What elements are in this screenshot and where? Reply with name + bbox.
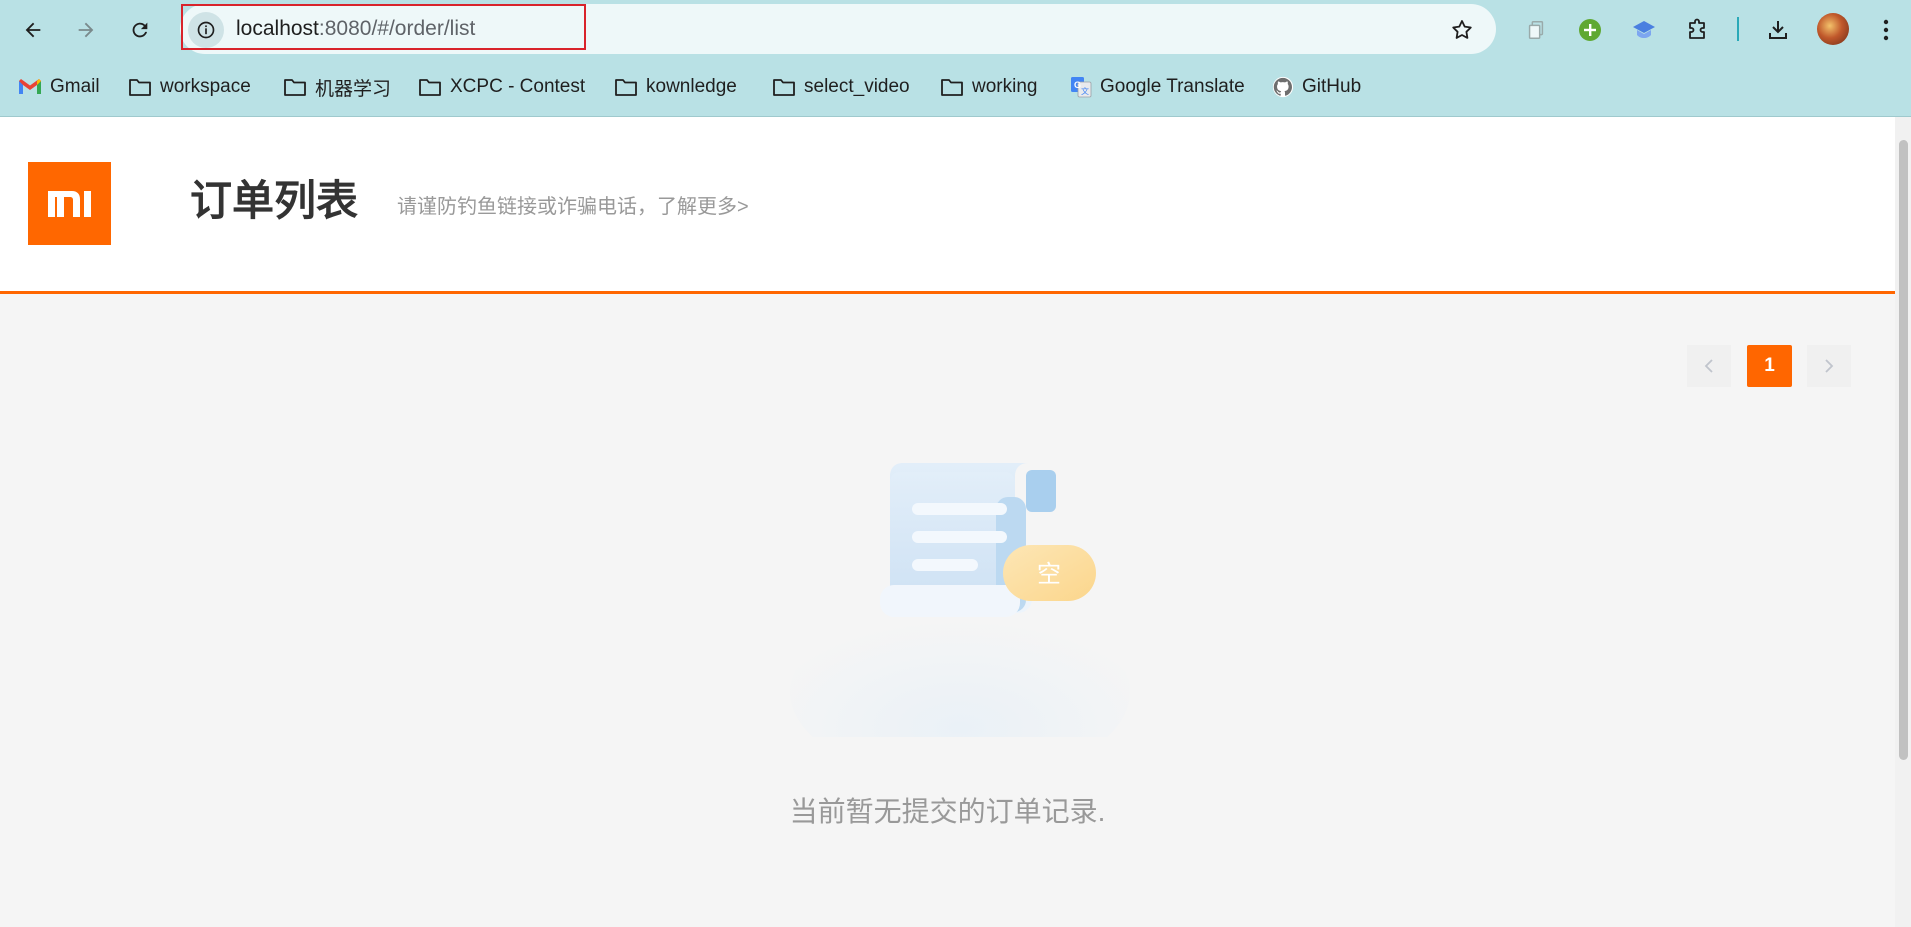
kebab-menu-icon xyxy=(1883,19,1889,41)
extension-plus-button[interactable] xyxy=(1572,12,1608,48)
bookmark-star-button[interactable] xyxy=(1444,12,1480,48)
downloads-button[interactable] xyxy=(1760,12,1796,48)
reload-icon xyxy=(132,22,148,38)
pagination-next-button[interactable] xyxy=(1807,345,1851,387)
gmail-icon xyxy=(19,79,41,94)
bookmark-github[interactable]: GitHub xyxy=(1272,70,1361,104)
bookmark-label: kownledge xyxy=(646,76,737,97)
bookmark-working[interactable]: working xyxy=(940,70,1037,104)
bookmark-label: GitHub xyxy=(1302,76,1362,97)
folder-icon xyxy=(284,79,306,96)
folder-icon xyxy=(615,79,637,96)
graduation-cap-icon xyxy=(1633,21,1655,38)
order-header: 订单列表 请谨防钓鱼链接或诈骗电话，了解更多> xyxy=(0,117,1895,294)
extension-academic-button[interactable] xyxy=(1626,12,1662,48)
back-button[interactable] xyxy=(15,12,51,48)
reload-button[interactable] xyxy=(122,12,158,48)
pagination-page-1[interactable]: 1 xyxy=(1747,345,1792,387)
arrow-left-icon xyxy=(25,22,41,38)
star-icon xyxy=(1452,20,1472,39)
svg-text:文: 文 xyxy=(1081,86,1089,96)
bookmark-machine-learning[interactable]: 机器学习 xyxy=(283,70,391,104)
extension-copy-button[interactable] xyxy=(1518,12,1554,48)
empty-illustration: 空 xyxy=(790,463,1130,737)
arrow-right-icon xyxy=(78,22,94,38)
bookmark-label: XCPC - Contest xyxy=(450,76,586,97)
svg-text:G: G xyxy=(1074,80,1081,90)
bookmark-select-video[interactable]: select_video xyxy=(772,70,910,104)
forward-button[interactable] xyxy=(68,12,104,48)
bookmark-kownledge[interactable]: kownledge xyxy=(614,70,737,104)
github-icon xyxy=(1272,76,1294,98)
folder-icon xyxy=(773,79,795,96)
bookmark-label: Gmail xyxy=(50,76,100,97)
bookmark-label: workspace xyxy=(160,76,251,97)
bookmark-google-translate[interactable]: G文 Google Translate xyxy=(1070,70,1245,104)
page-content: 订单列表 请谨防钓鱼链接或诈骗电话，了解更多> 1 空 当前暂无提交的订单记录. xyxy=(0,117,1895,927)
empty-badge-text: 空 xyxy=(1037,560,1061,588)
profile-avatar[interactable] xyxy=(1817,13,1849,45)
green-plus-icon xyxy=(1579,19,1601,41)
download-icon xyxy=(1769,21,1787,39)
copy-icon xyxy=(1528,21,1544,39)
puzzle-icon xyxy=(1689,18,1705,39)
chevron-right-icon xyxy=(1825,359,1834,373)
bookmark-label: working xyxy=(972,76,1038,97)
url-highlight-box xyxy=(181,4,586,50)
chevron-left-icon xyxy=(1704,359,1713,373)
empty-message-text: 当前暂无提交的订单记录. xyxy=(789,796,1106,827)
bookmark-label: Google Translate xyxy=(1100,76,1245,97)
empty-order-message: 当前暂无提交的订单记录. xyxy=(0,790,1895,830)
google-translate-icon: G文 xyxy=(1071,77,1092,98)
folder-icon xyxy=(941,79,963,96)
bookmark-label: select_video xyxy=(804,76,910,97)
page-scrollbar-thumb[interactable] xyxy=(1899,140,1908,760)
browser-toolbar: localhost:8080/#/order/list xyxy=(0,0,1911,60)
mi-logo-icon xyxy=(47,190,91,217)
menu-button[interactable] xyxy=(1868,12,1904,48)
bookmark-workspace[interactable]: workspace xyxy=(128,70,251,104)
folder-icon xyxy=(129,79,151,96)
folder-icon xyxy=(419,79,441,96)
bookmarks-bar: Gmail workspace 机器学习 XCPC - Contest kown… xyxy=(0,60,1911,117)
page-title: 订单列表 xyxy=(190,177,359,224)
toolbar-separator xyxy=(1737,17,1739,41)
mi-logo[interactable] xyxy=(28,162,111,245)
bookmark-gmail[interactable]: Gmail xyxy=(18,70,100,104)
extensions-button[interactable] xyxy=(1680,12,1716,48)
bookmark-xcpc-contest[interactable]: XCPC - Contest xyxy=(418,70,585,104)
anti-fraud-tip-link[interactable]: 请谨防钓鱼链接或诈骗电话，了解更多> xyxy=(397,195,749,219)
pagination-prev-button[interactable] xyxy=(1687,345,1731,387)
bookmark-label: 机器学习 xyxy=(315,78,392,100)
